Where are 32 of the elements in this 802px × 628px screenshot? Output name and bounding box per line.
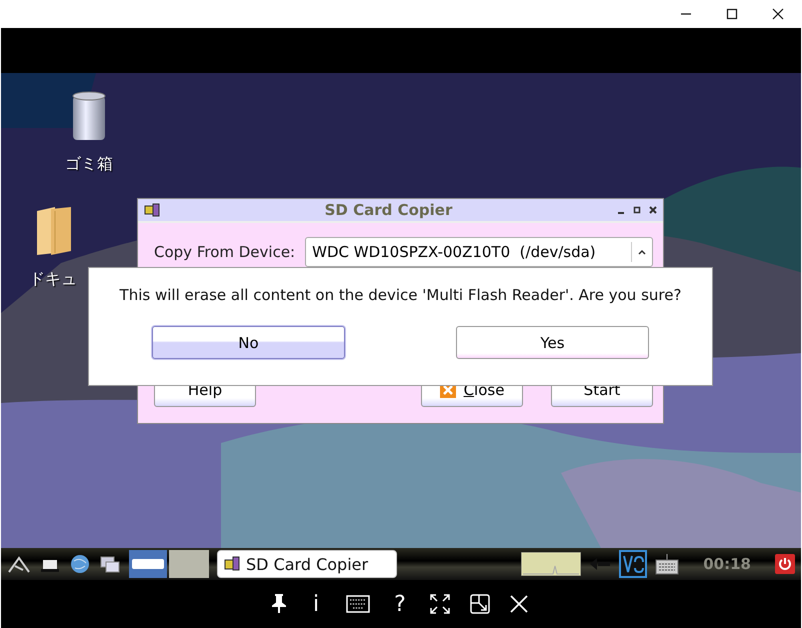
vnc-icon[interactable] [619,550,648,578]
device-dropdown[interactable]: WDC WD10SPZX-00Z10T0 (/dev/sda) [305,237,653,267]
clock: 00:18 [703,555,751,573]
maximize-icon[interactable] [633,206,641,214]
desktop-icon-label[interactable]: ゴミ箱 [65,154,113,175]
power-icon[interactable] [775,554,795,574]
app-icon [144,203,160,217]
cpu-graph-icon [521,552,582,576]
workspace-button[interactable] [129,550,167,578]
taskbar-task[interactable]: SD Card Copier [217,550,397,578]
dialog-button[interactable]: No [152,326,345,359]
pin-icon[interactable] [272,594,286,614]
keyboard-icon[interactable] [346,595,370,613]
window-title: SD Card Copier [324,201,454,219]
windows-icon[interactable] [99,554,121,574]
dialog-message: This will erase all content on the device 'Multi Flash Reader'. Are you sure? [118,286,682,304]
toolbar-button[interactable]: ? [390,592,410,616]
trash-can-icon[interactable] [71,90,107,142]
desktop-icon-label[interactable]: ドキュ [29,269,77,290]
globe-icon[interactable] [69,553,91,575]
fullscreen-icon[interactable] [430,594,450,614]
toolbar-button[interactable]: i [306,592,326,616]
app-icon [224,556,240,572]
close-icon[interactable] [772,8,784,20]
caret-icon [638,249,646,255]
scale-icon[interactable] [470,594,490,614]
field-label: Copy From Device: [154,243,296,261]
close-icon[interactable] [649,206,657,214]
keyboard-icon[interactable] [655,552,680,576]
launcher-icon[interactable] [7,554,31,574]
maximize-icon[interactable] [726,8,738,20]
dialog-button[interactable]: Yes [456,326,649,359]
